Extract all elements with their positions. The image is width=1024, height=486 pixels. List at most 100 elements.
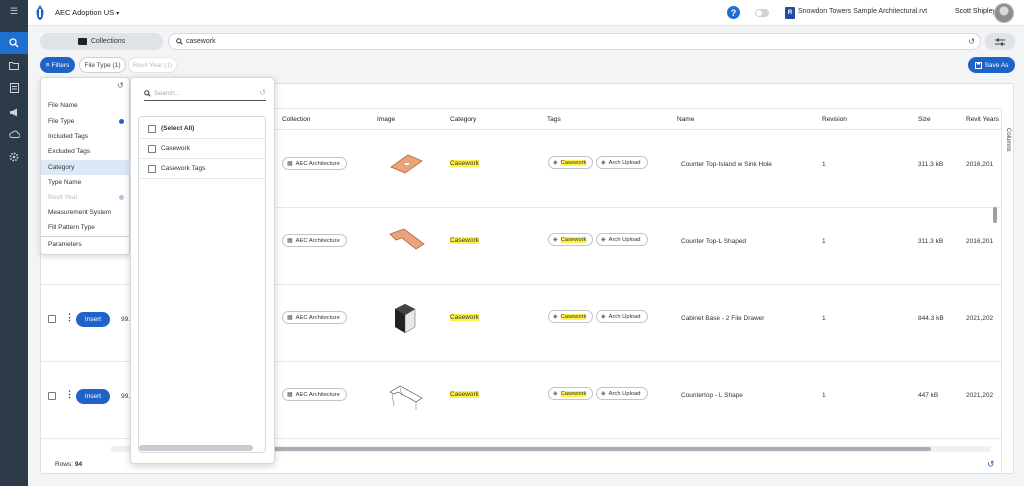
more-options-icon[interactable]: ⋮ [65,390,74,399]
tag-pill[interactable]: ◈ Arch Upload [596,387,648,400]
picker-search-input[interactable]: Search... ↺ [144,86,266,101]
filter-field-excluded-tags[interactable]: Excluded Tags [41,144,130,159]
filter-field-file-name[interactable]: File Name [41,98,130,113]
option-label: (Select All) [161,125,195,132]
name-value: Countertop - L Shape [681,392,743,399]
tag-icon: ◈ [553,314,558,320]
column-collection[interactable]: Collection [282,116,311,123]
column-tags[interactable]: Tags [547,116,561,123]
tag-pill[interactable]: ◈ Casework [548,310,594,323]
collection-pill[interactable]: ▦ AEC Architecture [282,234,347,247]
folder-icon [77,38,87,45]
mode-toggle[interactable] [755,9,769,17]
collection-pill[interactable]: ▦ AEC Architecture [282,311,347,324]
revit-years-value: 2021,202 [966,315,994,322]
building-icon: ▦ [287,238,293,244]
filter-chip-file-type[interactable]: File Type (1) [79,57,126,73]
tag-pill[interactable]: ◈ Casework [548,387,594,400]
column-name[interactable]: Name [677,116,694,123]
collection-label: AEC Architecture [295,314,340,321]
filter-field-file-type[interactable]: File Type [41,114,130,129]
history-icon[interactable]: ↺ [259,88,266,97]
tag-pill[interactable]: ◈ Arch Upload [596,310,648,323]
revit-years-value: 2016,201 [966,161,994,168]
columns-side-tab[interactable]: Columns [1001,108,1014,473]
option-select-all[interactable]: (Select All) [139,119,265,139]
refresh-icon[interactable]: ↺ [987,459,995,470]
filter-field-parameters[interactable]: Parameters [41,237,130,252]
collections-label: Collections [90,38,126,45]
sliders-icon [995,38,1005,45]
collection-label: AEC Architecture [295,237,340,244]
column-image[interactable]: Image [377,116,395,123]
tag-pill[interactable]: ◈ Arch Upload [596,233,648,246]
save-icon [974,61,982,69]
column-revision[interactable]: Revision [822,116,847,123]
option-checkbox[interactable] [148,165,156,173]
option-checkbox[interactable] [148,145,156,153]
option-casework[interactable]: Casework [139,139,265,159]
model-name[interactable]: Snowdon Towers Sample Architectural.rvt [798,8,927,15]
search-icon [144,89,151,97]
more-options-icon[interactable]: ⋮ [65,313,74,322]
help-icon[interactable]: ? [727,6,740,19]
settings-icon[interactable] [0,146,28,168]
size-value: 844.3 kB [918,315,944,322]
filters-button[interactable]: ≡ Filters [40,57,75,73]
megaphone-icon[interactable] [0,101,28,123]
tag-pill[interactable]: ◈ Casework [548,156,594,169]
filter-field-revit-year[interactable]: Revit Year [41,190,130,205]
collection-pill[interactable]: ▦ AEC Architecture [282,157,347,170]
insert-button[interactable]: Insert [76,312,110,327]
thumbnail-image[interactable] [390,301,420,337]
insert-button[interactable]: Insert [76,389,110,404]
filter-field-measurement-system[interactable]: Measurement System [41,205,130,220]
project-selector[interactable]: AEC Adoption US ▾ [55,8,119,17]
option-checkbox[interactable] [148,125,156,133]
document-icon[interactable] [0,77,28,99]
filter-field-type-name[interactable]: Type Name [41,175,130,190]
vertical-scrollbar[interactable] [993,207,997,223]
advanced-search-button[interactable] [985,33,1015,50]
revit-years-value: 2016,201 [966,238,994,245]
filter-field-fill-pattern-type[interactable]: Fill Pattern Type [41,220,130,235]
column-revit-years[interactable]: Revit Years [966,116,999,123]
tag-icon: ◈ [601,160,606,166]
save-as-button[interactable]: Save As [968,57,1015,73]
size-value: 447 kB [918,392,939,399]
row-checkbox[interactable] [48,392,56,400]
tag-pill[interactable]: ◈ Arch Upload [596,156,648,169]
tag-pill[interactable]: ◈ Casework [548,233,594,246]
row-checkbox[interactable] [48,315,56,323]
search-input[interactable]: casework ↺ [168,33,981,50]
app-logo-icon [36,5,44,20]
row-id: 99. [121,393,131,400]
thumbnail-image[interactable] [386,224,426,258]
size-value: 311.3 kB [918,238,944,245]
menu-icon[interactable]: ☰ [0,0,28,22]
column-size[interactable]: Size [918,116,931,123]
filter-field-category[interactable]: Category [41,160,130,175]
tag-label: Arch Upload [608,236,641,243]
filter-field-included-tags[interactable]: Included Tags [41,129,130,144]
search-icon[interactable] [0,32,28,54]
revision-value: 1 [822,238,826,245]
cloud-icon[interactable] [0,123,28,145]
picker-horizontal-scrollbar[interactable] [139,445,253,451]
column-category[interactable]: Category [450,116,476,123]
collection-pill[interactable]: ▦ AEC Architecture [282,388,347,401]
tag-icon: ◈ [601,237,606,243]
thumbnail-image[interactable] [386,149,426,179]
horizontal-scrollbar[interactable] [241,447,931,451]
folder-icon[interactable] [0,54,28,76]
avatar[interactable] [994,3,1014,23]
option-casework-tags[interactable]: Casework Tags [139,159,265,179]
history-icon[interactable]: ↺ [968,37,975,46]
history-icon[interactable]: ↺ [117,81,124,90]
user-name[interactable]: Scott Shipley [955,8,996,15]
revit-file-icon: R [785,7,795,19]
thumbnail-image[interactable] [386,380,426,412]
filter-icon: ≡ [45,61,50,69]
collections-button[interactable]: Collections [40,33,163,50]
filter-chip-revit-year[interactable]: Revit Year (1) [128,57,177,73]
